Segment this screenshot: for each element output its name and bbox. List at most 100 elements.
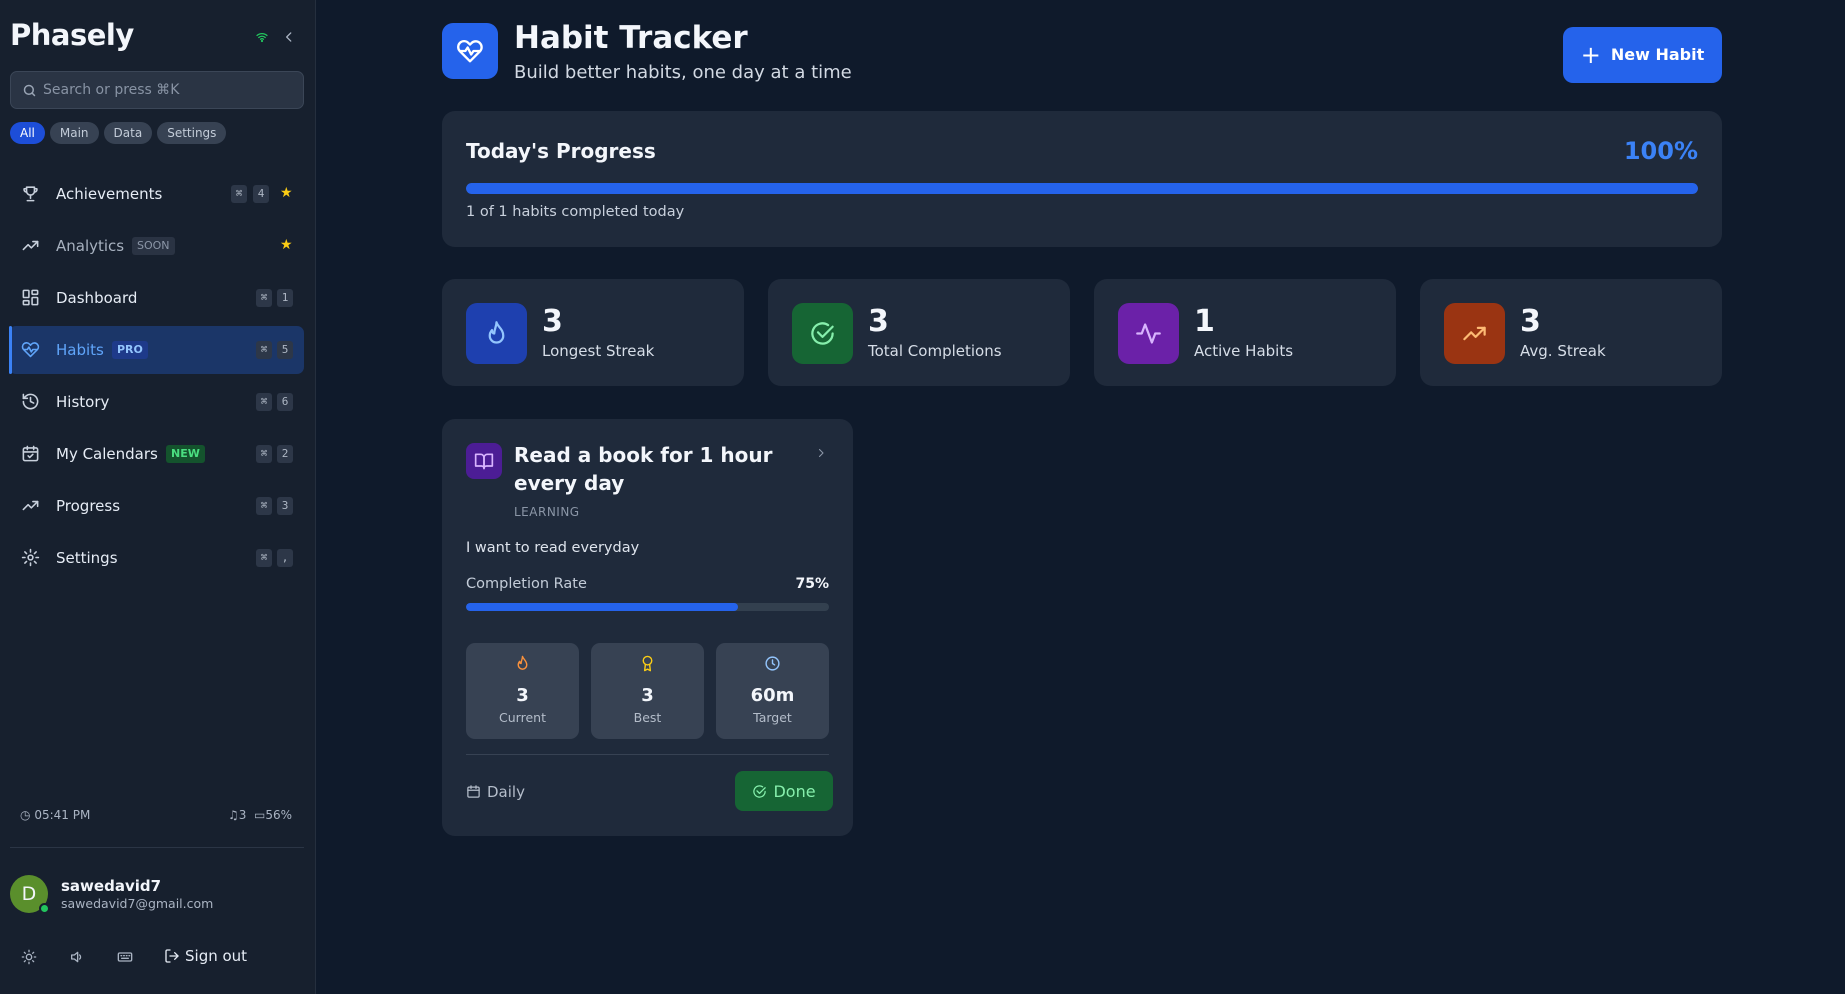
progress-title: Today's Progress — [466, 139, 656, 163]
stat-label: Active Habits — [1194, 342, 1294, 360]
progress-bar-fill — [466, 183, 1698, 194]
volume-icon[interactable] — [69, 949, 85, 965]
activity-icon — [1136, 323, 1161, 344]
new-badge: NEW — [166, 445, 205, 463]
habit-card-divider — [466, 754, 829, 755]
shortcut-cmd: ⌘ — [256, 549, 272, 567]
shortcut-key: 3 — [277, 497, 293, 515]
filter-all[interactable]: All — [10, 122, 45, 144]
shortcut-cmd: ⌘ — [256, 497, 272, 515]
completion-rate-label: Completion Rate — [466, 576, 587, 592]
sidebar-item-habits[interactable]: Habits PRO ⌘ 5 — [9, 326, 304, 374]
sidebar-item-label: My Calendars — [56, 445, 158, 463]
sidebar-item-progress[interactable]: Progress ⌘ 3 — [9, 482, 304, 530]
sidebar-item-my-calendars[interactable]: My Calendars NEW ⌘ 2 — [9, 430, 304, 478]
chevron-right-icon[interactable] — [815, 446, 827, 460]
done-label: Done — [773, 781, 816, 801]
habit-title: Read a book for 1 hour every day — [514, 443, 773, 495]
habit-frequency: Daily — [466, 783, 525, 801]
app-logo: Phasely — [10, 18, 134, 52]
flame-icon — [517, 655, 528, 670]
sidebar-item-label: Settings — [56, 549, 118, 567]
metric-label: Target — [753, 710, 792, 725]
search-icon — [23, 84, 36, 97]
gear-icon — [21, 548, 40, 567]
shortcut-key: , — [277, 549, 293, 567]
shortcut-key: 5 — [277, 341, 293, 359]
check-circle-icon — [753, 784, 767, 798]
award-icon — [642, 655, 653, 672]
progress-bar — [466, 183, 1698, 194]
wifi-icon — [256, 33, 268, 43]
filter-data[interactable]: Data — [103, 122, 153, 144]
shortcut-cmd: ⌘ — [256, 289, 272, 307]
sidebar-item-settings[interactable]: Settings ⌘ , — [9, 534, 304, 582]
flame-icon — [488, 321, 505, 344]
shortcut-cmd: ⌘ — [256, 445, 272, 463]
sidebar-item-label: Dashboard — [56, 289, 138, 307]
shortcut-cmd: ⌘ — [256, 341, 272, 359]
collapse-sidebar-icon[interactable] — [282, 30, 296, 44]
sidebar-item-dashboard[interactable]: Dashboard ⌘ 1 — [9, 274, 304, 322]
sidebar-nav: Achievements ⌘ 4 ★ Analytics SOON ★ Dash… — [9, 170, 304, 586]
habit-tracker-logo — [442, 23, 498, 79]
trophy-icon — [23, 186, 38, 202]
device-status: ♫3 ▭56% — [228, 808, 292, 822]
sun-icon[interactable] — [21, 949, 37, 965]
user-email: sawedavid7@gmail.com — [61, 896, 214, 911]
stat-icon-bg — [1118, 303, 1179, 364]
sidebar-item-label: History — [56, 393, 110, 411]
page-subtitle: Build better habits, one day at a time — [514, 62, 852, 83]
habit-icon-bg — [466, 443, 502, 479]
main-content: Habit Tracker Build better habits, one d… — [316, 0, 1845, 994]
heart-pulse-icon — [21, 342, 40, 358]
habit-description: I want to read everyday — [466, 540, 640, 556]
habit-category: LEARNING — [514, 505, 580, 519]
heart-pulse-icon — [457, 39, 483, 63]
trending-up-icon — [1463, 326, 1486, 341]
today-progress-card: Today's Progress 100% 1 of 1 habits comp… — [442, 111, 1722, 247]
new-habit-button[interactable]: + New Habit — [1563, 27, 1722, 83]
book-open-icon — [474, 453, 494, 470]
pro-badge: PRO — [112, 341, 148, 359]
stat-value: 1 — [1194, 304, 1215, 339]
stat-label: Avg. Streak — [1520, 342, 1606, 360]
sidebar-item-achievements[interactable]: Achievements ⌘ 4 ★ — [9, 170, 304, 218]
sidebar-item-history[interactable]: History ⌘ 6 — [9, 378, 304, 426]
star-icon[interactable]: ★ — [280, 237, 293, 253]
metric-value: 60m — [750, 685, 795, 706]
search-input[interactable] — [43, 72, 298, 108]
keyboard-icon[interactable] — [117, 949, 133, 965]
sidebar-item-label: Achievements — [56, 185, 163, 203]
sidebar-item-label: Progress — [56, 497, 121, 515]
metric-label: Best — [633, 710, 662, 725]
sign-out-button[interactable]: Sign out — [164, 947, 247, 965]
habit-card[interactable]: Read a book for 1 hour every day LEARNIN… — [442, 419, 853, 836]
stat-label: Total Completions — [868, 342, 1002, 360]
completion-rate-value: 75% — [795, 576, 829, 592]
stat-icon-bg — [792, 303, 853, 364]
filter-settings[interactable]: Settings — [157, 122, 227, 144]
sidebar-item-label: Analytics — [56, 237, 125, 255]
filter-main[interactable]: Main — [49, 122, 99, 144]
done-button[interactable]: Done — [735, 771, 833, 811]
stat-icon-bg — [466, 303, 527, 364]
shortcut-key: 2 — [277, 445, 293, 463]
sidebar-item-label: Habits — [56, 341, 104, 359]
completion-rate-bar — [466, 603, 829, 611]
soon-badge: SOON — [132, 237, 175, 255]
trending-up-icon — [22, 240, 39, 251]
sidebar-item-analytics[interactable]: Analytics SOON ★ — [9, 222, 304, 270]
stat-card-avg-streak: 3 Avg. Streak — [1420, 279, 1722, 386]
clock-time: 05:41 PM — [34, 808, 91, 822]
user-name: sawedavid7 — [61, 877, 162, 895]
star-icon[interactable]: ★ — [280, 185, 293, 201]
search-box[interactable] — [10, 71, 304, 109]
battery-level: 56% — [265, 808, 292, 822]
sign-out-label: Sign out — [185, 947, 248, 965]
clock-status: ◷ 05:41 PM — [20, 808, 90, 822]
shortcut-cmd: ⌘ — [256, 393, 272, 411]
clock-icon — [765, 656, 780, 671]
trending-up-icon — [22, 500, 39, 511]
progress-percent: 100% — [1623, 137, 1698, 165]
